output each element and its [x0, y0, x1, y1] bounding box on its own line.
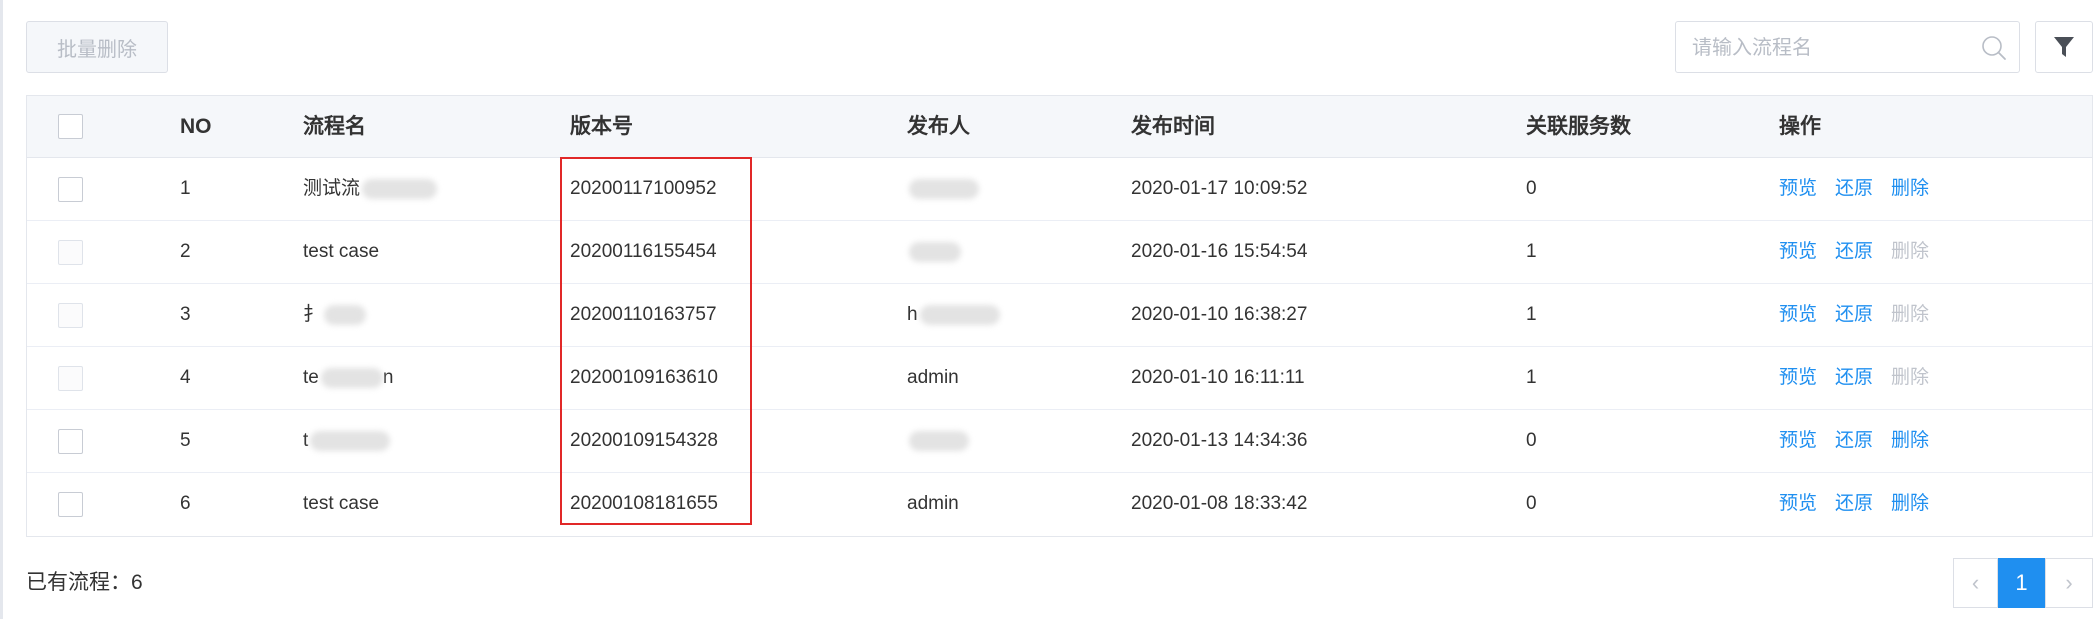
row-service-count: 1: [1526, 367, 1537, 388]
row-checkbox[interactable]: [58, 492, 83, 517]
row-name: t: [303, 410, 391, 472]
row-name-text: 扌: [303, 304, 323, 325]
row-no: 4: [180, 367, 191, 388]
preview-link[interactable]: 预览: [1779, 221, 1817, 283]
table-row: 3 扌 20200110163757 h 2020-01-10 16:38:27…: [27, 284, 2092, 347]
select-all-checkbox[interactable]: [58, 114, 83, 139]
row-no: 6: [180, 493, 191, 514]
restore-link[interactable]: 还原: [1835, 410, 1873, 472]
row-publisher: h: [907, 284, 1000, 346]
row-no: 5: [180, 430, 191, 451]
filter-icon: [2054, 37, 2074, 57]
row-checkbox[interactable]: [58, 429, 83, 454]
column-header-name: 流程名: [303, 115, 366, 138]
row-publisher: admin: [907, 493, 959, 514]
row-checkbox[interactable]: [58, 303, 83, 328]
table-row: 5 t 20200109154328 2020-01-13 14:34:36 0…: [27, 410, 2092, 473]
delete-link[interactable]: 删除: [1891, 158, 1929, 220]
row-name-text: 测试流: [303, 178, 361, 199]
row-service-count: 0: [1526, 178, 1537, 199]
row-service-count: 1: [1526, 241, 1537, 262]
column-header-no: NO: [180, 115, 212, 138]
restore-link[interactable]: 还原: [1835, 473, 1873, 535]
row-name: 扌: [303, 284, 367, 346]
row-name: test case: [303, 241, 380, 262]
batch-delete-button[interactable]: 批量删除: [26, 21, 168, 73]
pagination-next-button[interactable]: ›: [2045, 558, 2093, 608]
row-publish-time: 2020-01-10 16:38:27: [1131, 304, 1308, 325]
redacted-blur: [909, 241, 961, 262]
table-row: 1 测试流 20200117100952 2020-01-17 10:09:52…: [27, 158, 2092, 221]
row-no: 1: [180, 178, 191, 199]
redacted-blur: [320, 367, 383, 388]
column-header-publish-time: 发布时间: [1131, 115, 1215, 138]
row-no: 2: [180, 241, 191, 262]
row-name-suffix: n: [382, 367, 394, 388]
redacted-blur: [909, 178, 979, 199]
restore-link[interactable]: 还原: [1835, 347, 1873, 409]
redacted-blur: [310, 430, 391, 451]
row-service-count: 1: [1526, 304, 1537, 325]
row-no: 3: [180, 304, 191, 325]
redacted-blur: [919, 304, 1000, 325]
column-header-actions: 操作: [1779, 115, 1821, 138]
row-publish-time: 2020-01-16 15:54:54: [1131, 241, 1308, 262]
redacted-blur: [324, 304, 367, 325]
pagination-page-1[interactable]: 1: [1998, 558, 2045, 608]
pagination-prev-button[interactable]: ‹: [1953, 558, 1998, 608]
row-publish-time: 2020-01-17 10:09:52: [1131, 178, 1308, 199]
row-publish-time: 2020-01-10 16:11:11: [1131, 367, 1305, 388]
row-checkbox[interactable]: [58, 240, 83, 265]
table-row: 6 test case 20200108181655 admin 2020-01…: [27, 473, 2092, 536]
search-field[interactable]: [1675, 21, 2020, 74]
delete-link: 删除: [1891, 367, 1930, 388]
delete-link[interactable]: 删除: [1891, 473, 1929, 535]
column-header-service-count: 关联服务数: [1526, 115, 1631, 138]
preview-link[interactable]: 预览: [1779, 347, 1817, 409]
flow-table: NO 流程名 版本号 发布人 发布时间 关联服务数 操作 1 测试流 20200…: [26, 95, 2093, 537]
row-publisher-text: h: [907, 304, 918, 325]
preview-link[interactable]: 预览: [1779, 158, 1817, 220]
search-input[interactable]: [1690, 22, 1974, 74]
left-edge-divider: [0, 0, 3, 619]
redacted-blur: [362, 178, 438, 199]
delete-link: 删除: [1891, 304, 1930, 325]
redacted-blur: [909, 430, 969, 451]
preview-link[interactable]: 预览: [1779, 284, 1817, 346]
row-publisher: [907, 221, 961, 283]
row-name-text: t: [303, 430, 309, 451]
restore-link[interactable]: 还原: [1835, 158, 1873, 220]
total-flow-count: 已有流程：6: [26, 571, 143, 594]
table-row: 2 test case 20200116155454 2020-01-16 15…: [27, 221, 2092, 284]
table-row: 4 te n 20200109163610 admin 2020-01-10 16…: [27, 347, 2092, 410]
row-name: test case: [303, 493, 380, 514]
row-name: te n: [303, 347, 393, 409]
delete-link[interactable]: 删除: [1891, 410, 1929, 472]
restore-link[interactable]: 还原: [1835, 221, 1873, 283]
column-header-version: 版本号: [570, 115, 633, 138]
row-publisher: admin: [907, 367, 959, 388]
delete-link: 删除: [1891, 241, 1930, 262]
filter-button[interactable]: [2035, 21, 2093, 73]
row-service-count: 0: [1526, 430, 1537, 451]
preview-link[interactable]: 预览: [1779, 473, 1817, 535]
version-column-highlight: [560, 157, 752, 525]
table-header: NO 流程名 版本号 发布人 发布时间 关联服务数 操作: [27, 96, 2092, 158]
column-header-publisher: 发布人: [907, 115, 970, 138]
row-publish-time: 2020-01-08 18:33:42: [1131, 493, 1308, 514]
preview-link[interactable]: 预览: [1779, 410, 1817, 472]
row-publish-time: 2020-01-13 14:34:36: [1131, 430, 1308, 451]
search-icon[interactable]: [1981, 35, 2007, 61]
row-publisher: [907, 410, 969, 472]
row-name: 测试流: [303, 158, 438, 220]
row-checkbox[interactable]: [58, 366, 83, 391]
row-checkbox[interactable]: [58, 177, 83, 202]
restore-link[interactable]: 还原: [1835, 284, 1873, 346]
row-publisher: [907, 158, 979, 220]
row-name-text: te: [303, 367, 319, 388]
row-service-count: 0: [1526, 493, 1537, 514]
